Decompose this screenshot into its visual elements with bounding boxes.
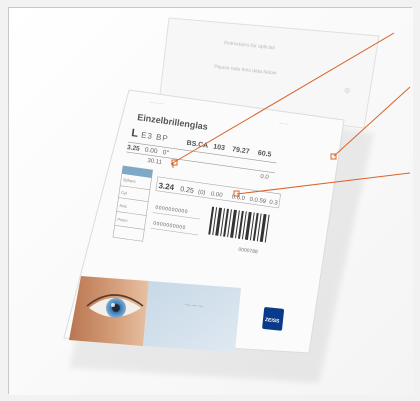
lens-label-illustration: Instructions for optician Please note le… <box>9 8 413 395</box>
back-paper-mark: ◎ <box>344 87 351 95</box>
eye-iris-icon <box>106 298 126 318</box>
row3-right-value: 0.0 <box>260 174 270 181</box>
zeiss-logo-icon: ZEISS <box>262 307 285 331</box>
table-left-label-3: Axis <box>119 203 127 209</box>
image-frame: Instructions for optician Please note le… <box>8 7 413 395</box>
eye-photo <box>69 276 149 346</box>
blue-panel <box>143 281 241 352</box>
table-right-value-3: 0.3 <box>269 200 279 207</box>
table-left-label-2: Cyl <box>121 190 128 196</box>
prescription-axis: (0) <box>198 190 206 197</box>
